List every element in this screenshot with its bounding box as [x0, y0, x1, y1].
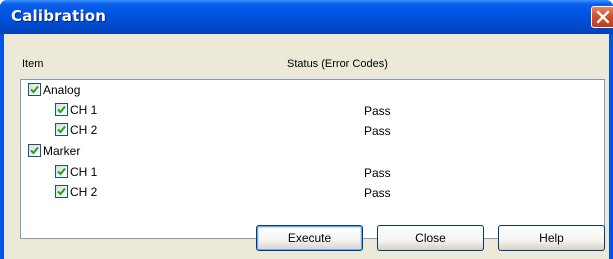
- status-text: Pass: [364, 186, 391, 200]
- list-item[interactable]: CH 2 Pass: [21, 120, 604, 140]
- item-label: Analog: [43, 83, 81, 97]
- status-text: Pass: [364, 124, 391, 138]
- checkmark-icon: [57, 167, 66, 176]
- list-item[interactable]: CH 2 Pass: [21, 182, 604, 202]
- list-item[interactable]: CH 1 Pass: [21, 162, 604, 182]
- analog-ch1-checkbox[interactable]: [55, 103, 68, 116]
- marker-checkbox[interactable]: [28, 144, 41, 157]
- calibration-dialog: Calibration Item Status (Error Codes) An…: [0, 0, 613, 259]
- column-header-item: Item: [22, 58, 44, 70]
- checkmark-icon: [30, 146, 39, 155]
- checkmark-icon: [57, 105, 66, 114]
- analog-ch2-checkbox[interactable]: [55, 123, 68, 136]
- status-text: Pass: [364, 104, 391, 118]
- close-button[interactable]: Close: [377, 225, 484, 251]
- checkmark-icon: [57, 125, 66, 134]
- close-icon: [596, 10, 610, 24]
- status-text: Pass: [364, 166, 391, 180]
- list-item[interactable]: CH 1 Pass: [21, 100, 604, 120]
- window-title: Calibration: [11, 7, 107, 25]
- execute-button[interactable]: Execute: [256, 225, 363, 251]
- analog-checkbox[interactable]: [28, 83, 41, 96]
- checkmark-icon: [57, 187, 66, 196]
- item-label: CH 1: [70, 103, 98, 117]
- column-header-status: Status (Error Codes): [287, 58, 388, 70]
- checkmark-icon: [30, 85, 39, 94]
- calibration-item-list[interactable]: Analog CH 1 Pass CH 2 Pass Marker CH 1 P…: [20, 79, 605, 239]
- item-label: CH 2: [70, 185, 98, 199]
- window-close-button[interactable]: [591, 6, 613, 28]
- marker-ch1-checkbox[interactable]: [55, 165, 68, 178]
- item-label: Marker: [43, 144, 81, 158]
- list-item[interactable]: Marker: [21, 141, 604, 161]
- dialog-body: Item Status (Error Codes) Analog CH 1 Pa…: [4, 34, 609, 259]
- list-item[interactable]: Analog: [21, 80, 604, 100]
- item-label: CH 2: [70, 123, 98, 137]
- title-bar[interactable]: Calibration: [0, 0, 613, 34]
- help-button[interactable]: Help: [498, 225, 605, 251]
- item-label: CH 1: [70, 165, 98, 179]
- marker-ch2-checkbox[interactable]: [55, 185, 68, 198]
